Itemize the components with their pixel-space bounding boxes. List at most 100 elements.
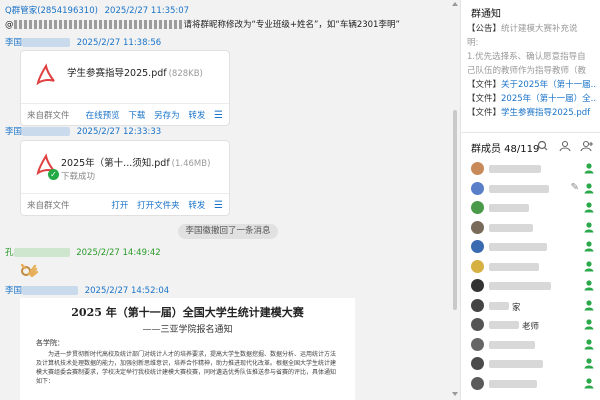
garbled-text xyxy=(13,20,184,29)
member-row[interactable] xyxy=(471,162,595,178)
member-name: 老师 xyxy=(522,322,540,332)
message-text: @ 请将群昵称修改为“专业班级+姓名”，如“车辆2301李明” xyxy=(5,20,400,30)
scroll-thumb[interactable] xyxy=(453,110,457,310)
redacted-name xyxy=(22,127,71,136)
doc-title: 2025 年（第十一届）全国大学生统计建模大赛 xyxy=(71,306,304,319)
avatar[interactable] xyxy=(471,279,484,292)
notice-item[interactable]: 己队伍的教师作为指导教师（教 xyxy=(467,64,597,78)
members-title: 群成员 48/119 xyxy=(471,144,540,155)
status-icon xyxy=(584,319,594,330)
scroll-up-arrow[interactable] xyxy=(452,2,458,6)
member-row[interactable] xyxy=(471,337,595,354)
notice-text: 1.优先选择系、确认愿意指导自 xyxy=(467,52,586,62)
notice-item[interactable]: 【文件】学生参赛指导2025.pdf xyxy=(467,106,597,120)
status-icon xyxy=(584,182,594,193)
member-row[interactable] xyxy=(471,357,595,373)
file-size: (828KB) xyxy=(168,69,203,79)
status-icon xyxy=(584,221,594,232)
avatar[interactable] xyxy=(471,162,484,175)
member-row[interactable] xyxy=(471,240,595,256)
avatar[interactable] xyxy=(471,318,484,331)
sender-name[interactable]: 李国 xyxy=(5,127,22,137)
redacted-name xyxy=(489,223,533,232)
redacted-name xyxy=(489,243,547,251)
status-icon xyxy=(584,260,594,271)
check-icon: ✓ xyxy=(48,169,59,180)
message-time: 2025/2/27 11:38:56 xyxy=(76,38,162,48)
redacted-name xyxy=(489,184,549,193)
search-icon[interactable] xyxy=(536,140,550,152)
avatar[interactable] xyxy=(471,220,484,234)
member-row[interactable] xyxy=(471,201,595,217)
chat-scrollbar[interactable] xyxy=(450,0,460,400)
redacted-name xyxy=(489,165,541,173)
message-header: 李国 2025/2/27 12:33:33 xyxy=(5,125,161,137)
pdf-icon xyxy=(36,63,55,86)
member-row[interactable]: 家 xyxy=(471,298,595,315)
notice-item[interactable]: 【公告】统计建模大赛补充说 xyxy=(467,22,597,36)
message-time: 2025/2/27 11:35:07 xyxy=(104,6,190,16)
edit-icon[interactable]: ✎ xyxy=(571,182,579,193)
notice-item[interactable]: 明: xyxy=(467,36,597,50)
image-message[interactable]: 2025 年（第十一届）全国大学生统计建模大赛 ——三亚学院报名通知 各学院： … xyxy=(20,298,355,400)
notice-text: 明: xyxy=(467,38,479,48)
notice-title: 群通知 xyxy=(471,9,501,20)
open-folder-button[interactable]: 打开文件夹 xyxy=(137,201,180,211)
doc-body: 为进一步贯彻新时代高校及统计部门对统计人才的培养要求，提高大学生数据挖掘、数据分… xyxy=(36,351,337,385)
file-name[interactable]: 2025年（第十...须知.pdf (1.46MB) xyxy=(61,155,210,169)
notice-tag: 【公告】 xyxy=(467,24,502,34)
save-as-button[interactable]: 另存为 xyxy=(154,111,180,121)
recall-notice: 李国徽撤回了一条消息 xyxy=(178,224,278,239)
add-member-icon[interactable] xyxy=(580,140,594,152)
scroll-down-arrow[interactable] xyxy=(452,392,458,396)
notice-tag: 【文件】 xyxy=(467,80,502,90)
message-time: 2025/2/27 14:52:04 xyxy=(84,286,170,296)
avatar[interactable] xyxy=(471,376,484,390)
sender-name[interactable]: 李国 xyxy=(5,286,22,296)
file-name[interactable]: 学生参赛指导2025.pdf (828KB) xyxy=(67,65,203,79)
notice-text: 关于2025年（第十一届... xyxy=(501,80,597,90)
member-row[interactable]: 老师 xyxy=(471,318,595,334)
notice-item[interactable]: 1.优先选择系、确认愿意指导自 xyxy=(467,50,597,64)
message-time: 2025/2/27 12:33:33 xyxy=(76,127,162,137)
message-header: Q群管家(2854196310) 2025/2/27 11:35:07 xyxy=(5,4,189,16)
sender-name[interactable]: 李国 xyxy=(5,38,22,48)
notice-item[interactable]: 【文件】2025年（第十一届）全... xyxy=(467,92,597,106)
status-icon xyxy=(584,280,594,291)
file-card[interactable]: 2025年（第十...须知.pdf (1.46MB) ✓ 下载成功 来自群文件 打… xyxy=(20,140,230,216)
download-button[interactable]: 下载 xyxy=(128,111,145,121)
sender-name[interactable]: 孔 xyxy=(5,248,14,258)
status-icon xyxy=(584,377,594,388)
status-icon xyxy=(584,241,594,252)
open-button[interactable]: 打开 xyxy=(111,201,128,211)
menu-icon[interactable]: ☰ xyxy=(214,201,223,211)
avatar[interactable] xyxy=(471,201,484,214)
sender-name[interactable]: Q群管家 xyxy=(5,6,37,16)
status-icon xyxy=(584,358,594,369)
member-row[interactable] xyxy=(471,376,595,393)
avatar[interactable] xyxy=(471,240,484,253)
avatar[interactable] xyxy=(471,259,484,273)
sender-qq: (2854196310) xyxy=(37,6,98,16)
avatar[interactable] xyxy=(471,181,484,195)
member-row[interactable] xyxy=(471,220,595,237)
notice-item[interactable]: 【文件】关于2025年（第十一届... xyxy=(467,78,597,92)
avatar[interactable] xyxy=(471,357,484,370)
status-icon xyxy=(584,163,594,174)
member-row[interactable] xyxy=(471,279,595,295)
redacted-name xyxy=(22,38,71,47)
members-icon[interactable] xyxy=(558,140,572,152)
preview-button[interactable]: 在线预览 xyxy=(86,111,120,121)
forward-button[interactable]: 转发 xyxy=(188,201,205,211)
member-row[interactable]: ✎ xyxy=(471,181,595,198)
forward-button[interactable]: 转发 xyxy=(188,111,205,121)
notice-list[interactable]: 【公告】统计建模大赛补充说明: 1.优先选择系、确认愿意指导自己队伍的教师作为指导… xyxy=(467,22,597,120)
avatar[interactable] xyxy=(471,298,484,312)
file-card[interactable]: 学生参赛指导2025.pdf (828KB) 来自群文件 在线预览 下载 另存为 … xyxy=(20,50,230,126)
message-header: 孔 2025/2/27 14:49:42 xyxy=(5,246,161,258)
redacted-name xyxy=(489,340,535,349)
status-icon xyxy=(584,299,594,310)
avatar[interactable] xyxy=(471,337,484,351)
menu-icon[interactable]: ☰ xyxy=(214,111,223,121)
member-row[interactable] xyxy=(471,259,595,276)
